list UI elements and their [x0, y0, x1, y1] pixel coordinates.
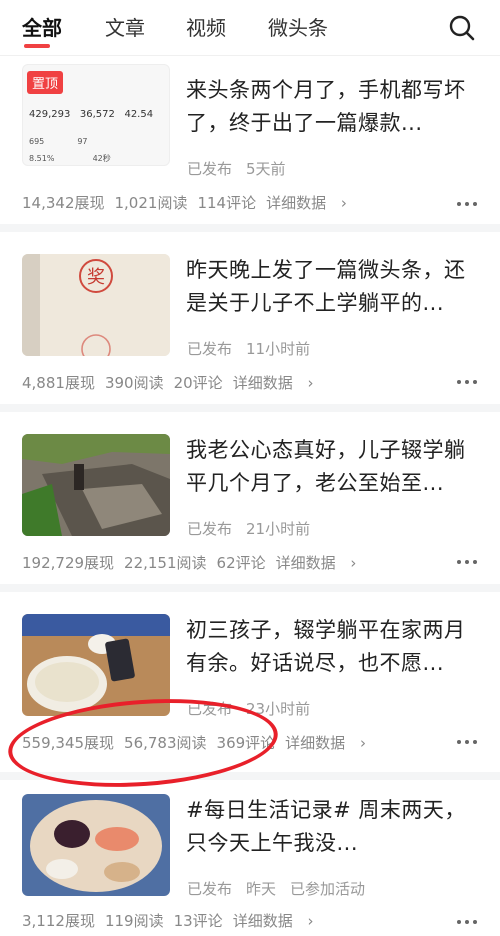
more-options-icon[interactable] [457, 920, 479, 926]
pinned-badge: 置顶 [27, 71, 64, 94]
publish-time: 23小时前 [246, 700, 311, 718]
detail-data-link[interactable]: 详细数据 › [233, 912, 324, 930]
impressions-count: 559,345展现 [22, 734, 115, 752]
thumbnail-stats-row: 8.51% 42秒 [29, 153, 111, 164]
detail-data-link[interactable]: 详细数据 › [285, 734, 376, 752]
tab-videos[interactable]: 视频 [186, 14, 226, 42]
detail-data-label: 详细数据 [285, 734, 346, 752]
thumb-stat: 97 [77, 137, 88, 146]
reads-count: 1,021阅读 [114, 194, 188, 212]
tab-micro-posts[interactable]: 微头条 [268, 14, 328, 42]
impressions-count: 3,112展现 [22, 912, 95, 930]
article-thumbnail [22, 434, 170, 536]
article-thumbnail: 置顶 429,293 36,572 42.54 695 97 8.51% 42秒 [22, 64, 170, 166]
thumb-stat: 429,293 [29, 109, 71, 120]
article-title[interactable]: 昨天晚上发了一篇微头条，还是关于儿子不上学躺平的... [186, 254, 476, 320]
article-title[interactable]: #每日生活记录# 周末两天，只今天上午我没... [186, 794, 476, 860]
article-stats: 14,342展现 1,021阅读 114评论 详细数据 › [22, 192, 367, 213]
detail-data-label: 详细数据 [275, 554, 336, 572]
article-stats: 4,881展现 390阅读 20评论 详细数据 › [22, 372, 333, 393]
reads-count: 56,783阅读 [124, 734, 207, 752]
publish-time: 11小时前 [246, 340, 311, 358]
reads-count: 22,151阅读 [124, 554, 207, 572]
reads-count: 390阅读 [104, 374, 164, 392]
card-divider [0, 224, 500, 232]
article-thumbnail [22, 614, 170, 716]
publish-status: 已发布 [187, 520, 233, 538]
detail-data-label: 详细数据 [232, 912, 293, 930]
detail-data-link[interactable]: 详细数据 › [276, 554, 367, 572]
article-stats: 3,112展现 119阅读 13评论 详细数据 › [22, 910, 333, 931]
more-options-icon[interactable] [457, 380, 479, 386]
rock-climbing-image [22, 434, 170, 536]
thumbnail-stats-row: 429,293 36,572 42.54 [29, 109, 153, 120]
article-thumbnail [22, 794, 170, 896]
thumb-stat: 8.51% [29, 154, 55, 163]
comments-count: 62评论 [216, 554, 266, 572]
more-options-icon[interactable] [457, 740, 479, 746]
article-title[interactable]: 初三孩子，辍学躺平在家两月有余。好话说尽，也不愿... [186, 614, 476, 680]
stamp-text: 奖 [87, 267, 105, 288]
search-icon[interactable] [448, 14, 476, 42]
article-meta: 已发布 5天前 [187, 158, 300, 179]
article-title[interactable]: 来头条两个月了，手机都写坏了，终于出了一篇爆款... [186, 74, 476, 140]
article-meta: 已发布 21小时前 [187, 518, 324, 539]
chevron-right-icon: › [359, 734, 366, 752]
comments-count: 20评论 [173, 374, 223, 392]
activity-status: 已参加活动 [290, 880, 366, 898]
card-divider [0, 584, 500, 592]
comments-count: 13评论 [173, 912, 223, 930]
publish-time: 昨天 [246, 880, 277, 898]
publish-status: 已发布 [187, 340, 233, 358]
article-title[interactable]: 我老公心态真好，儿子辍学躺平几个月了，老公至始至... [186, 434, 476, 500]
thumb-stat: 695 [29, 137, 45, 146]
detail-data-label: 详细数据 [232, 374, 293, 392]
tab-all[interactable]: 全部 [22, 14, 62, 42]
comments-count: 114评论 [197, 194, 257, 212]
thumb-stat: 42秒 [92, 154, 111, 163]
publish-status: 已发布 [187, 700, 233, 718]
chevron-right-icon: › [307, 374, 314, 392]
article-thumbnail: 奖 [22, 254, 170, 356]
publish-status: 已发布 [187, 160, 233, 178]
article-stats: 192,729展现 22,151阅读 62评论 详细数据 › [22, 552, 376, 573]
article-meta: 已发布 昨天 已参加活动 [187, 878, 379, 899]
impressions-count: 4,881展现 [22, 374, 95, 392]
detail-data-link[interactable]: 详细数据 › [233, 374, 324, 392]
more-options-icon[interactable] [457, 202, 479, 208]
article-meta: 已发布 11小时前 [187, 338, 324, 359]
publish-time: 21小时前 [246, 520, 311, 538]
card-divider [0, 404, 500, 412]
more-options-icon[interactable] [457, 560, 479, 566]
top-tab-bar: 全部 文章 视频 微头条 [0, 0, 500, 56]
detail-data-label: 详细数据 [266, 194, 327, 212]
impressions-count: 14,342展现 [22, 194, 105, 212]
thumbnail-stats-row: 695 97 [29, 137, 88, 146]
detail-data-link[interactable]: 详细数据 › [266, 194, 357, 212]
reads-count: 119阅读 [104, 912, 164, 930]
food-image [22, 794, 170, 896]
tab-articles[interactable]: 文章 [105, 14, 145, 42]
impressions-count: 192,729展现 [22, 554, 115, 572]
active-tab-indicator [24, 44, 50, 48]
article-stats: 559,345展现 56,783阅读 369评论 详细数据 › [22, 732, 386, 753]
publish-status: 已发布 [187, 880, 233, 898]
thumb-stat: 42.54 [124, 109, 154, 120]
dumplings-image [22, 614, 170, 716]
card-divider [0, 772, 500, 780]
certificate-image: 奖 [22, 254, 170, 356]
publish-time: 5天前 [246, 160, 286, 178]
article-meta: 已发布 23小时前 [187, 698, 324, 719]
chevron-right-icon: › [340, 194, 347, 212]
chevron-right-icon: › [350, 554, 357, 572]
chevron-right-icon: › [307, 912, 314, 930]
comments-count: 369评论 [216, 734, 276, 752]
thumb-stat: 36,572 [79, 109, 115, 120]
